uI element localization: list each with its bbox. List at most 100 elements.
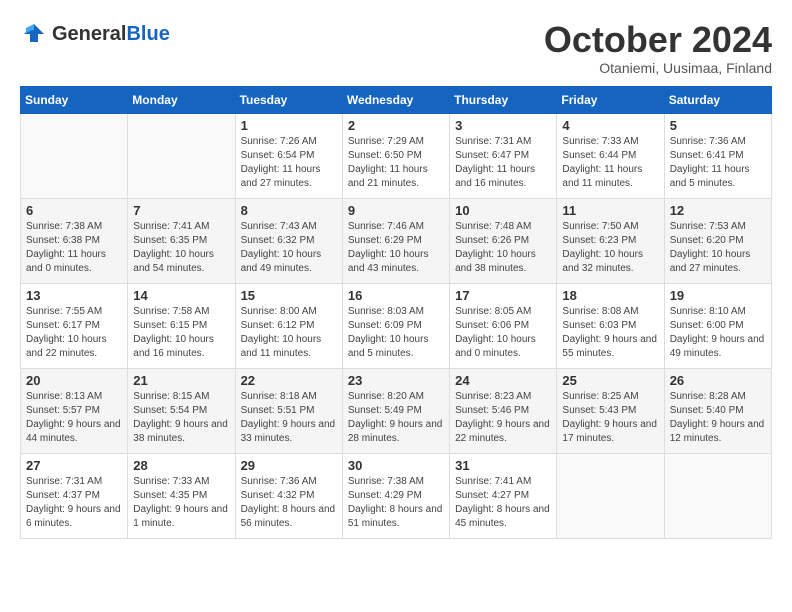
table-row: 15Sunrise: 8:00 AMSunset: 6:12 PMDayligh… [235, 283, 342, 368]
header-tuesday: Tuesday [235, 86, 342, 113]
logo-icon [20, 20, 48, 48]
table-row: 30 Sunrise: 7:38 AMSunset: 4:29 PMDayligh… [342, 453, 449, 538]
day-info: Sunrise: 7:31 AMSunset: 4:37 PMDaylight:… [26, 475, 122, 531]
day-number: 4 [562, 118, 658, 133]
table-row [664, 453, 771, 538]
day-number: 31 [455, 458, 551, 473]
day-number: 23 [348, 373, 444, 388]
header-friday: Friday [557, 86, 664, 113]
day-number: 13 [26, 288, 122, 303]
day-info: Sunrise: 7:43 AMSunset: 6:32 PMDaylight:… [241, 220, 337, 276]
day-info: Sunrise: 7:26 AMSunset: 6:54 PMDaylight:… [241, 135, 337, 191]
table-row: 19 Sunrise: 8:10 AMSunset: 6:00 PMDayligh… [664, 283, 771, 368]
calendar-week-row: 1 Sunrise: 7:26 AMSunset: 6:54 PMDaylight… [21, 113, 772, 198]
day-number: 17 [455, 288, 551, 303]
day-number: 1 [241, 118, 337, 133]
table-row: 10 Sunrise: 7:48 AMSunset: 6:26 PMDayligh… [450, 198, 557, 283]
calendar-week-row: 20 Sunrise: 8:13 AMSunset: 5:57 PMDayligh… [21, 368, 772, 453]
day-info: Sunrise: 7:48 AMSunset: 6:26 PMDaylight:… [455, 220, 551, 276]
table-row: 13 Sunrise: 7:55 AMSunset: 6:17 PMDayligh… [21, 283, 128, 368]
day-number: 29 [241, 458, 337, 473]
day-info: Sunrise: 8:13 AMSunset: 5:57 PMDaylight:… [26, 390, 122, 446]
day-info: Sunrise: 7:36 AMSunset: 4:32 PMDaylight:… [241, 475, 337, 531]
table-row [128, 113, 235, 198]
day-number: 8 [241, 203, 337, 218]
table-row: 14Sunrise: 7:58 AMSunset: 6:15 PMDayligh… [128, 283, 235, 368]
calendar-table: Sunday Monday Tuesday Wednesday Thursday… [20, 86, 772, 539]
day-number: 5 [670, 118, 766, 133]
day-number: 18 [562, 288, 658, 303]
day-info: Sunrise: 7:53 AMSunset: 6:20 PMDaylight:… [670, 220, 766, 276]
day-number: 6 [26, 203, 122, 218]
table-row: 25 Sunrise: 8:25 AMSunset: 5:43 PMDayligh… [557, 368, 664, 453]
table-row: 16 Sunrise: 8:03 AMSunset: 6:09 PMDayligh… [342, 283, 449, 368]
day-number: 7 [133, 203, 229, 218]
header-saturday: Saturday [664, 86, 771, 113]
table-row [21, 113, 128, 198]
table-row: 11 Sunrise: 7:50 AMSunset: 6:23 PMDayligh… [557, 198, 664, 283]
table-row: 28Sunrise: 7:33 AMSunset: 4:35 PMDayligh… [128, 453, 235, 538]
table-row: 5Sunrise: 7:36 AMSunset: 6:41 PMDaylight… [664, 113, 771, 198]
table-row: 17 Sunrise: 8:05 AMSunset: 6:06 PMDayligh… [450, 283, 557, 368]
day-info: Sunrise: 8:28 AMSunset: 5:40 PMDaylight:… [670, 390, 766, 446]
day-number: 22 [241, 373, 337, 388]
header-monday: Monday [128, 86, 235, 113]
day-info: Sunrise: 7:55 AMSunset: 6:17 PMDaylight:… [26, 305, 122, 361]
table-row: 23 Sunrise: 8:20 AMSunset: 5:49 PMDayligh… [342, 368, 449, 453]
calendar-week-row: 13 Sunrise: 7:55 AMSunset: 6:17 PMDayligh… [21, 283, 772, 368]
month-title: October 2024 [544, 20, 772, 60]
title-block: October 2024 Otaniemi, Uusimaa, Finland [544, 20, 772, 76]
table-row: 1 Sunrise: 7:26 AMSunset: 6:54 PMDaylight… [235, 113, 342, 198]
day-number: 3 [455, 118, 551, 133]
table-row: 4 Sunrise: 7:33 AMSunset: 6:44 PMDaylight… [557, 113, 664, 198]
day-info: Sunrise: 8:20 AMSunset: 5:49 PMDaylight:… [348, 390, 444, 446]
table-row [557, 453, 664, 538]
calendar-week-row: 6 Sunrise: 7:38 AMSunset: 6:38 PMDaylight… [21, 198, 772, 283]
table-row: 27 Sunrise: 7:31 AMSunset: 4:37 PMDayligh… [21, 453, 128, 538]
table-row: 20 Sunrise: 8:13 AMSunset: 5:57 PMDayligh… [21, 368, 128, 453]
header-thursday: Thursday [450, 86, 557, 113]
location-subtitle: Otaniemi, Uusimaa, Finland [544, 60, 772, 76]
day-number: 24 [455, 373, 551, 388]
day-info: Sunrise: 8:05 AMSunset: 6:06 PMDaylight:… [455, 305, 551, 361]
table-row: 18 Sunrise: 8:08 AMSunset: 6:03 PMDayligh… [557, 283, 664, 368]
table-row: 26 Sunrise: 8:28 AMSunset: 5:40 PMDayligh… [664, 368, 771, 453]
page-header: GeneralBlue October 2024 Otaniemi, Uusim… [20, 20, 772, 76]
calendar-week-row: 27 Sunrise: 7:31 AMSunset: 4:37 PMDayligh… [21, 453, 772, 538]
day-number: 20 [26, 373, 122, 388]
table-row: 31 Sunrise: 7:41 AMSunset: 4:27 PMDayligh… [450, 453, 557, 538]
table-row: 8 Sunrise: 7:43 AMSunset: 6:32 PMDaylight… [235, 198, 342, 283]
day-number: 19 [670, 288, 766, 303]
table-row: 12Sunrise: 7:53 AMSunset: 6:20 PMDayligh… [664, 198, 771, 283]
day-number: 2 [348, 118, 444, 133]
day-info: Sunrise: 8:18 AMSunset: 5:51 PMDaylight:… [241, 390, 337, 446]
day-info: Sunrise: 7:38 AMSunset: 4:29 PMDaylight:… [348, 475, 444, 531]
day-number: 27 [26, 458, 122, 473]
table-row: 24 Sunrise: 8:23 AMSunset: 5:46 PMDayligh… [450, 368, 557, 453]
day-number: 14 [133, 288, 229, 303]
day-info: Sunrise: 8:23 AMSunset: 5:46 PMDaylight:… [455, 390, 551, 446]
day-info: Sunrise: 8:10 AMSunset: 6:00 PMDaylight:… [670, 305, 766, 361]
table-row: 7 Sunrise: 7:41 AMSunset: 6:35 PMDaylight… [128, 198, 235, 283]
header-wednesday: Wednesday [342, 86, 449, 113]
day-info: Sunrise: 7:50 AMSunset: 6:23 PMDaylight:… [562, 220, 658, 276]
day-number: 9 [348, 203, 444, 218]
table-row: 2Sunrise: 7:29 AMSunset: 6:50 PMDaylight… [342, 113, 449, 198]
day-info: Sunrise: 7:38 AMSunset: 6:38 PMDaylight:… [26, 220, 122, 276]
day-info: Sunrise: 7:33 AMSunset: 6:44 PMDaylight:… [562, 135, 658, 191]
day-info: Sunrise: 8:15 AMSunset: 5:54 PMDaylight:… [133, 390, 229, 446]
day-number: 15 [241, 288, 337, 303]
day-number: 26 [670, 373, 766, 388]
day-number: 30 [348, 458, 444, 473]
day-info: Sunrise: 8:08 AMSunset: 6:03 PMDaylight:… [562, 305, 658, 361]
day-info: Sunrise: 8:25 AMSunset: 5:43 PMDaylight:… [562, 390, 658, 446]
day-number: 10 [455, 203, 551, 218]
day-info: Sunrise: 8:03 AMSunset: 6:09 PMDaylight:… [348, 305, 444, 361]
day-info: Sunrise: 7:46 AMSunset: 6:29 PMDaylight:… [348, 220, 444, 276]
day-info: Sunrise: 7:41 AMSunset: 4:27 PMDaylight:… [455, 475, 551, 531]
day-info: Sunrise: 7:41 AMSunset: 6:35 PMDaylight:… [133, 220, 229, 276]
table-row: 29 Sunrise: 7:36 AMSunset: 4:32 PMDayligh… [235, 453, 342, 538]
day-number: 11 [562, 203, 658, 218]
day-number: 25 [562, 373, 658, 388]
day-number: 16 [348, 288, 444, 303]
